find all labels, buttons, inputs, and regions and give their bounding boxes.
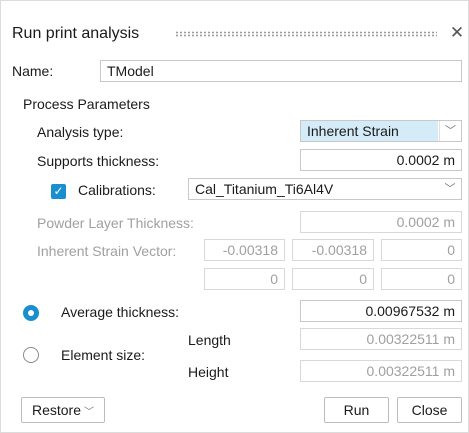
strain-vector-cell: 0 — [292, 268, 374, 290]
powder-layer-thickness-label: Powder Layer Thickness: — [37, 215, 194, 231]
chevron-down-icon[interactable]: ﹀ — [439, 121, 461, 141]
name-input[interactable]: TModel — [100, 60, 462, 82]
restore-button[interactable]: Restore ﹀ — [21, 397, 105, 423]
average-thickness-input[interactable]: 0.00967532 m — [300, 300, 462, 322]
run-button[interactable]: Run — [324, 397, 389, 423]
checkmark-icon: ✓ — [53, 184, 64, 198]
strain-vector-cell: 0 — [381, 239, 462, 261]
height-label: Height — [188, 364, 229, 380]
analysis-type-label: Analysis type: — [37, 124, 124, 140]
inherent-strain-vector-label: Inherent Strain Vector: — [37, 243, 177, 259]
length-label: Length — [188, 332, 231, 348]
average-thickness-label: Average thickness: — [61, 304, 180, 320]
element-size-label: Element size: — [61, 347, 146, 363]
chevron-down-icon: ﹀ — [84, 407, 95, 418]
length-input: 0.00322511 m — [300, 328, 462, 350]
calibrations-label: Calibrations: — [78, 182, 156, 198]
strain-vector-cell: 0 — [381, 268, 462, 290]
dialog-title: Run print analysis — [12, 25, 140, 42]
process-parameters-heading: Process Parameters — [23, 96, 150, 112]
analysis-type-select[interactable]: Inherent Strain ﹀ — [300, 120, 462, 142]
average-thickness-radio[interactable] — [23, 305, 39, 321]
strain-vector-cell: -0.00318 — [204, 239, 285, 261]
analysis-type-value: Inherent Strain — [307, 123, 399, 139]
calibrations-select[interactable]: Cal_Titanium_Ti6Al4V ﹀ — [188, 178, 462, 200]
close-button[interactable]: Close — [397, 397, 462, 423]
supports-thickness-label: Supports thickness: — [37, 153, 160, 169]
name-label: Name: — [12, 63, 54, 79]
powder-layer-thickness-input: 0.0002 m — [300, 211, 462, 233]
element-size-radio[interactable] — [23, 347, 39, 363]
calibrations-value: Cal_Titanium_Ti6Al4V — [195, 181, 334, 197]
height-input: 0.00322511 m — [300, 360, 462, 382]
run-print-analysis-dialog: Run print analysis ✕ Name: TModel Proces… — [0, 0, 469, 433]
strain-vector-cell: -0.00318 — [292, 239, 374, 261]
drag-handle[interactable] — [175, 31, 437, 37]
chevron-down-icon[interactable]: ﹀ — [439, 179, 461, 199]
supports-thickness-input[interactable]: 0.0002 m — [300, 149, 462, 171]
close-icon[interactable]: ✕ — [447, 23, 467, 43]
calibrations-checkbox[interactable]: ✓ — [51, 184, 66, 199]
strain-vector-cell: 0 — [204, 268, 285, 290]
restore-button-label: Restore — [31, 402, 82, 418]
